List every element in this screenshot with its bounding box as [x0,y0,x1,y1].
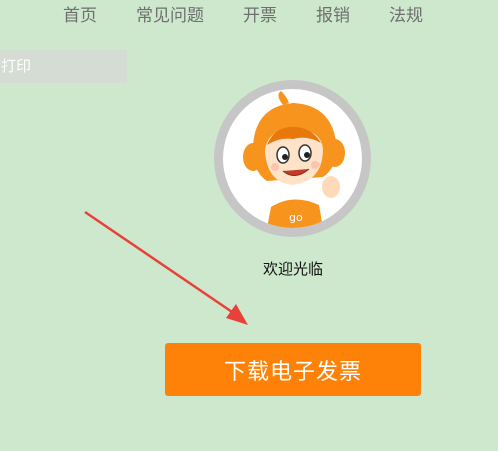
sidebar-tab-label: 打印 [1,57,32,75]
avatar-image: go [223,89,362,228]
download-invoice-button[interactable]: 下载电子发票 [165,343,421,396]
welcome-text: 欢迎光临 [262,260,323,278]
nav-item-regulations[interactable]: 法规 [389,1,423,26]
top-nav: 首页 常见问题 开票 报销 法规 [0,0,498,30]
sidebar-tab-print[interactable]: 打印 [0,50,127,83]
nav-item-invoice[interactable]: 开票 [243,1,277,26]
mascot-avatar-icon: go [243,91,345,228]
mascot-badge-text: go [289,211,303,224]
download-invoice-button-label: 下载电子发票 [223,359,362,385]
nav-item-home[interactable]: 首页 [63,1,97,26]
avatar: go [214,80,371,237]
nav-item-faq[interactable]: 常见问题 [136,1,204,26]
nav-item-reimburse[interactable]: 报销 [316,1,350,26]
